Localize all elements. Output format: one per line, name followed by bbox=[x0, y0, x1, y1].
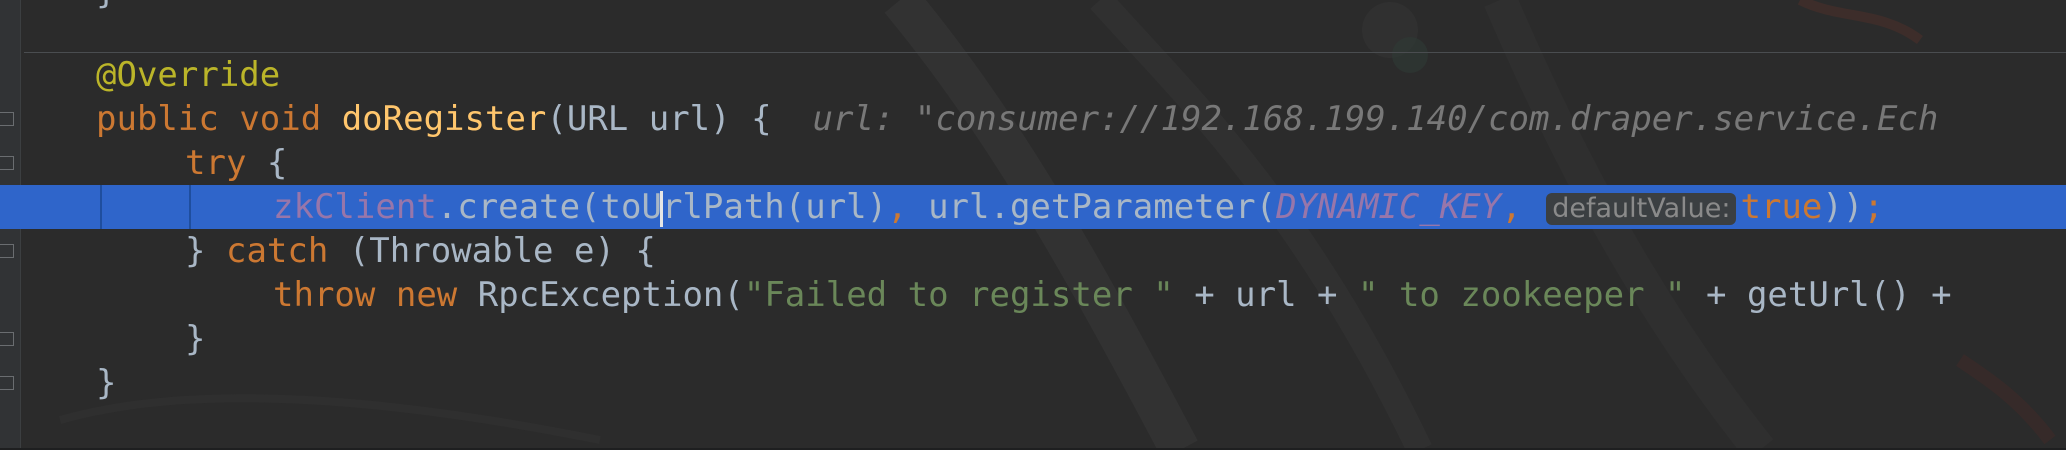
keyword-new: new bbox=[395, 275, 458, 315]
getparameter-call: url.getParameter( bbox=[928, 187, 1277, 227]
code-line[interactable]: try { bbox=[0, 141, 2066, 185]
closing-brace: } bbox=[185, 319, 206, 359]
closing-parens: )) bbox=[1822, 187, 1864, 227]
string-literal: "Failed to register " bbox=[743, 275, 1174, 315]
closing-brace: } bbox=[96, 363, 117, 403]
constant-dynamic-key: DYNAMIC_KEY bbox=[1276, 187, 1502, 227]
keyword-void: void bbox=[239, 99, 322, 139]
code-line[interactable]: } bbox=[0, 361, 2066, 405]
debug-inline-value: url: "consumer://192.168.199.140/com.dra… bbox=[813, 99, 1939, 139]
keyword-catch: catch bbox=[225, 231, 329, 271]
code-line[interactable]: } catch (Throwable e) { bbox=[0, 229, 2066, 273]
code-line[interactable]: } bbox=[0, 317, 2066, 361]
method-params: (URL url) { bbox=[546, 99, 772, 139]
indent-guide bbox=[100, 185, 102, 229]
comma: , bbox=[1501, 187, 1522, 227]
debug-inline-url: "consumer://192.168.199.140/com.draper.s… bbox=[914, 99, 1939, 139]
comma: , bbox=[887, 187, 908, 227]
keyword-true: true bbox=[1740, 187, 1823, 227]
parameter-hint: defaultValue: bbox=[1546, 192, 1737, 225]
code-line[interactable]: throw new RpcException("Failed to regist… bbox=[0, 273, 2066, 317]
selected-code-line[interactable]: zkClient.create(toUrlPath(url), url.getP… bbox=[0, 185, 2066, 229]
code-line[interactable]: @Override bbox=[0, 53, 2066, 97]
method-name: doRegister bbox=[341, 99, 547, 139]
try-brace: { bbox=[266, 143, 288, 183]
concat-operator: + getUrl() + bbox=[1706, 275, 1952, 315]
catch-clause: (Throwable e) { bbox=[348, 231, 656, 271]
debug-inline-label: url: bbox=[812, 99, 895, 139]
code-editor[interactable]: } @Override public void doRegister(URL u… bbox=[0, 0, 2066, 450]
exception-constructor: RpcException( bbox=[477, 275, 744, 315]
keyword-public: public bbox=[96, 99, 219, 139]
code-line[interactable]: public void doRegister(URL url) { url: "… bbox=[0, 97, 2066, 141]
indent-guide bbox=[189, 185, 191, 229]
create-call-start: .create(toU bbox=[436, 187, 662, 227]
semicolon: ; bbox=[1863, 187, 1884, 227]
string-literal: " to zookeeper " bbox=[1358, 275, 1686, 315]
field-zkclient: zkClient bbox=[273, 187, 437, 227]
create-call-end: rlPath(url) bbox=[661, 187, 888, 227]
concat-operator: + url + bbox=[1194, 275, 1338, 315]
keyword-throw: throw bbox=[273, 275, 376, 315]
keyword-try: try bbox=[185, 143, 247, 183]
closing-brace: } bbox=[185, 231, 206, 271]
override-annotation: @Override bbox=[96, 55, 281, 95]
previous-block-brace: } bbox=[96, 0, 116, 12]
